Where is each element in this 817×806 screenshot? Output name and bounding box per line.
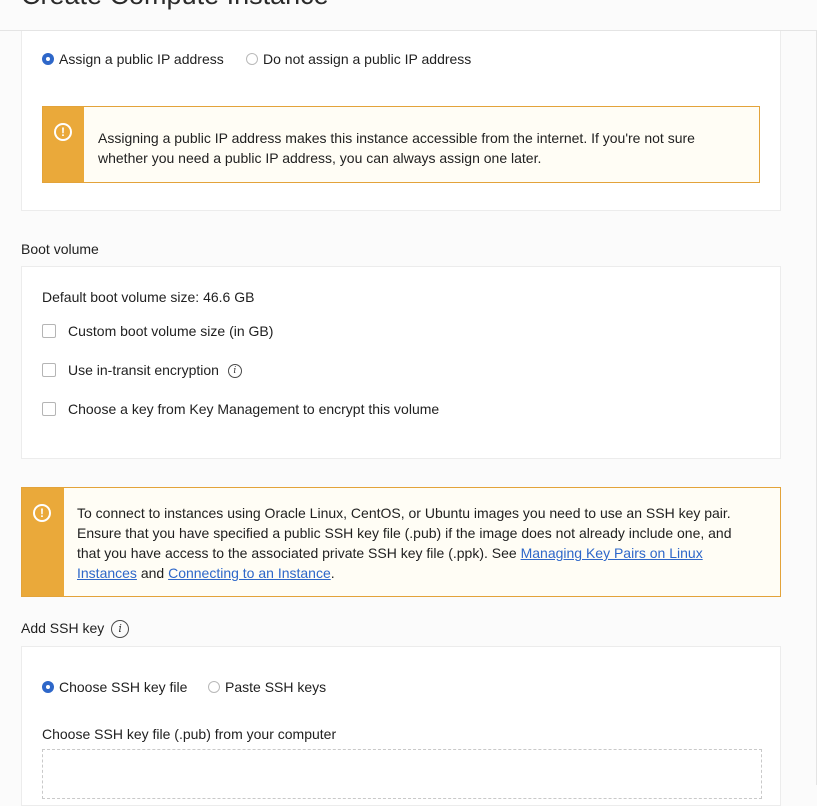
radio-label: Assign a public IP address [59, 51, 224, 67]
radio-label: Paste SSH keys [225, 679, 327, 695]
warning-text: Assigning a public IP address makes this… [98, 130, 695, 166]
in-transit-encryption-checkbox[interactable] [42, 363, 56, 377]
radio-no-public-ip[interactable]: Do not assign a public IP address [246, 51, 471, 67]
exclamation-circle-icon: ! [54, 123, 72, 141]
radio-choose-ssh-key-file[interactable]: Choose SSH key file [42, 679, 187, 695]
ssh-key-warning: ! To connect to instances using Oracle L… [21, 487, 781, 597]
exclamation-circle-icon: ! [33, 504, 51, 522]
page-title: Create Compute Instance [21, 0, 329, 11]
radio-checked-icon [42, 681, 54, 693]
key-management-label[interactable]: Choose a key from Key Management to encr… [68, 401, 439, 417]
custom-boot-volume-checkbox[interactable] [42, 324, 56, 338]
radio-unchecked-icon [208, 681, 220, 693]
key-management-checkbox[interactable] [42, 402, 56, 416]
add-ssh-key-text: Add SSH key [21, 620, 105, 636]
radio-paste-ssh-keys[interactable]: Paste SSH keys [208, 679, 326, 695]
in-transit-encryption-label[interactable]: Use in-transit encryption i [68, 362, 242, 379]
ssh-warning-text-middle: and [136, 565, 169, 581]
public-ip-warning: ! Assigning a public IP address makes th… [42, 106, 760, 183]
radio-label: Do not assign a public IP address [263, 51, 472, 67]
ssh-key-file-dropzone[interactable] [42, 749, 762, 799]
info-icon[interactable]: i [227, 364, 242, 379]
in-transit-encryption-text: Use in-transit encryption [68, 362, 219, 378]
radio-assign-public-ip[interactable]: Assign a public IP address [42, 51, 224, 67]
radio-unchecked-icon [246, 53, 258, 65]
info-icon[interactable]: i [111, 620, 130, 639]
radio-checked-icon [42, 53, 54, 65]
radio-label: Choose SSH key file [59, 679, 188, 695]
default-boot-volume-size: Default boot volume size: 46.6 GB [42, 289, 255, 305]
warning-strip: ! [43, 107, 84, 182]
boot-volume-heading: Boot volume [21, 241, 99, 257]
connecting-instance-link[interactable]: Connecting to an Instance [168, 565, 331, 581]
add-ssh-key-heading: Add SSH key i [21, 620, 130, 639]
ssh-warning-text: To connect to instances using Oracle Lin… [77, 503, 747, 583]
ssh-file-label: Choose SSH key file (.pub) from your com… [42, 726, 337, 742]
custom-boot-volume-label[interactable]: Custom boot volume size (in GB) [68, 323, 273, 339]
ssh-warning-text-after: . [330, 565, 335, 581]
warning-strip: ! [22, 488, 64, 596]
page-header: Create Compute Instance [0, 0, 817, 31]
